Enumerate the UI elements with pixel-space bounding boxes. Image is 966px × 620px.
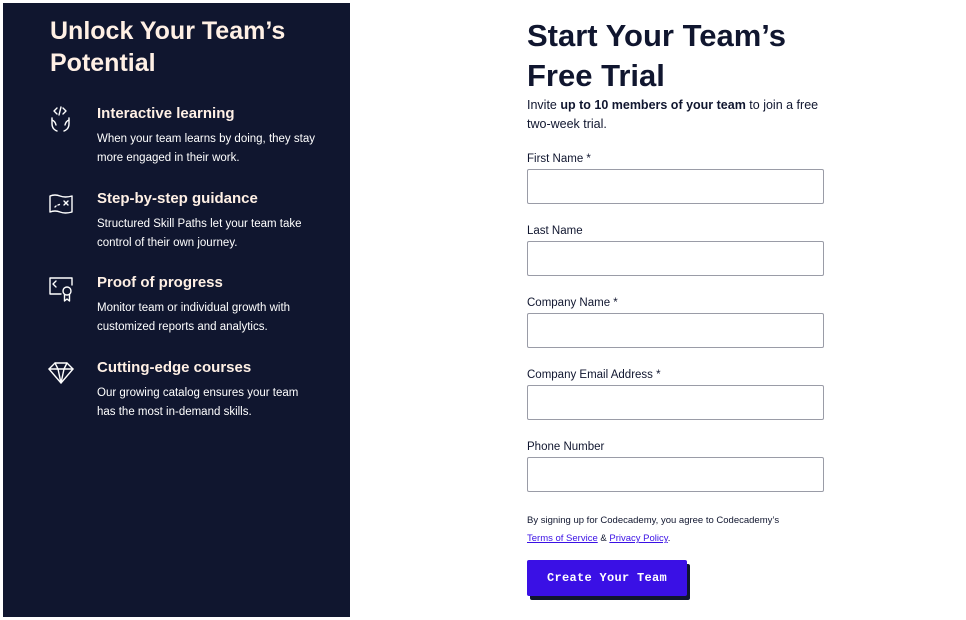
feature-description: When your team learns by doing, they sta…	[97, 133, 315, 164]
feature-description: Structured Skill Paths let your team tak…	[97, 218, 302, 249]
first-name-field[interactable]	[527, 169, 824, 204]
intro-text: Invite	[527, 98, 561, 112]
code-hands-icon	[47, 105, 77, 135]
company-name-field[interactable]	[527, 313, 824, 348]
feature-description: Monitor team or individual growth with c…	[97, 302, 291, 333]
certificate-icon	[47, 274, 77, 304]
intro-bold-text: up to 10 members of your team	[560, 98, 746, 112]
legal-text: .	[667, 533, 671, 544]
treasure-map-icon	[47, 190, 77, 220]
legal-text: By signing up for Codecademy, you agree …	[527, 515, 780, 526]
feature-description: Our growing catalog ensures your team ha…	[97, 387, 299, 418]
diamond-icon	[47, 359, 77, 389]
feature-title: Cutting-edge courses	[97, 359, 252, 376]
last-name-label: Last Name	[527, 225, 583, 237]
phone-number-field[interactable]	[527, 457, 824, 492]
panel-heading: Unlock Your Team’s Potential	[50, 17, 286, 77]
legal-text: &	[597, 533, 610, 544]
create-team-button-wrapper: Create Your Team	[527, 560, 690, 600]
form-intro: Invite up to 10 members of your team to …	[527, 96, 827, 134]
feature-title: Step-by-step guidance	[97, 190, 258, 207]
company-email-label: Company Email Address *	[527, 369, 661, 381]
company-email-field[interactable]	[527, 385, 824, 420]
left-panel: Unlock Your Team’s Potential Interactive…	[3, 3, 350, 617]
legal-notice: By signing up for Codecademy, you agree …	[527, 512, 827, 548]
form-heading: Start Your Team’s Free Trial	[527, 18, 786, 93]
last-name-field[interactable]	[527, 241, 824, 276]
create-team-button[interactable]: Create Your Team	[527, 560, 687, 596]
feature-title: Proof of progress	[97, 274, 223, 291]
phone-number-label: Phone Number	[527, 441, 605, 453]
first-name-label: First Name *	[527, 153, 591, 165]
terms-of-service-link[interactable]: Terms of Service	[527, 533, 598, 544]
company-name-label: Company Name *	[527, 297, 618, 309]
feature-title: Interactive learning	[97, 105, 235, 122]
privacy-policy-link[interactable]: Privacy Policy	[609, 533, 667, 544]
